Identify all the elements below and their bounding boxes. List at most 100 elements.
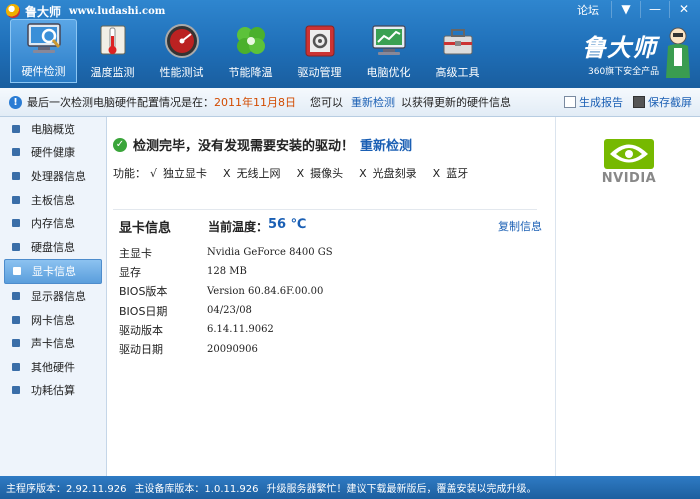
feature-item: X 光盘刻录	[359, 167, 417, 180]
info-row: BIOS日期 04/23/08	[119, 304, 252, 318]
sidebar-item-health[interactable]: 硬件健康	[0, 141, 106, 165]
status-bar: 主程序版本：2.92.11.926 主设备库版本：1.0.11.926 升级服务…	[0, 476, 700, 499]
info-row: BIOS版本 Version 60.84.6F.00.00	[119, 285, 324, 299]
bullet-icon	[12, 171, 20, 180]
tab-driver-manage[interactable]: 驱动管理	[286, 19, 353, 83]
sidebar-item-overview[interactable]: 电脑概览	[0, 117, 106, 141]
speedometer-icon	[164, 24, 199, 58]
forum-link[interactable]: 论坛	[577, 2, 599, 18]
features-label: 功能：	[113, 167, 146, 180]
minimize-button[interactable]: —	[640, 1, 669, 18]
bullet-icon	[12, 242, 20, 251]
detect-status: ✓ 检测完毕，没有发现需要安装的驱动！ 重新检测	[113, 135, 412, 154]
sidebar-item-cpu[interactable]: 处理器信息	[0, 164, 106, 188]
feature-item: X 摄像头	[296, 167, 344, 180]
brand-logo-text: 鲁大师	[582, 33, 657, 62]
optimize-monitor-icon	[371, 25, 406, 55]
info-bar: ! 最后一次检测电脑硬件配置情况是在： 2011年11月8日 您可以 重新检测 …	[0, 88, 700, 117]
sidebar-item-power[interactable]: 功耗估算	[0, 379, 106, 403]
brand: 鲁大师 www.ludashi.com	[6, 3, 165, 19]
info-prefix: 最后一次检测电脑硬件配置情况是在：	[27, 96, 214, 109]
info-suffix: 以获得更新的硬件信息	[401, 96, 511, 109]
upgrade-notice[interactable]: 升级服务器繁忙！建议下载最新版后，覆盖安装以完成升级。	[267, 480, 537, 495]
feature-item: X 蓝牙	[432, 167, 469, 180]
temperature-value: 56 ℃	[268, 217, 307, 232]
sidebar-item-label: 硬盘信息	[31, 240, 75, 254]
tab-label: 高级工具	[435, 66, 480, 79]
bullet-icon	[12, 362, 20, 371]
top-toolbar: 鲁大师 www.ludashi.com 论坛 ▼ — ✕ 硬件检测 温度监测 性…	[0, 0, 700, 88]
bullet-icon	[12, 291, 20, 300]
sidebar-item-label: 网卡信息	[31, 313, 75, 327]
generate-report-button[interactable]: 生成报告	[564, 94, 623, 110]
nvidia-eye-icon	[604, 139, 654, 169]
temperature-label: 当前温度：	[208, 220, 269, 234]
tab-label: 电脑优化	[366, 66, 411, 79]
sidebar-item-sound[interactable]: 声卡信息	[0, 331, 106, 355]
report-icon	[564, 96, 576, 108]
toolbox-icon	[443, 29, 472, 55]
bullet-icon	[12, 386, 20, 395]
tab-label: 性能测试	[159, 66, 204, 79]
copy-info-link[interactable]: 复制信息	[498, 218, 542, 234]
menu-button[interactable]: ▼	[611, 1, 640, 18]
bullet-icon	[12, 124, 20, 133]
sidebar-item-display[interactable]: 显示器信息	[0, 284, 106, 308]
brand-subtitle: 360旗下安全产品	[588, 67, 660, 77]
sidebar-item-label: 其他硬件	[31, 360, 75, 374]
sidebar-item-motherboard[interactable]: 主板信息	[0, 188, 106, 212]
mascot-icon	[666, 27, 690, 78]
main-panel: ✓ 检测完毕，没有发现需要安装的驱动！ 重新检测 功能： √ 独立显卡 X 无线上网…	[107, 117, 554, 476]
tab-label: 硬件检测	[21, 65, 66, 78]
recheck-link[interactable]: 重新检测	[351, 94, 395, 110]
sidebar-item-label: 电脑概览	[31, 122, 75, 136]
tab-temperature[interactable]: 温度监测	[79, 19, 146, 83]
clover-icon	[236, 27, 265, 54]
section-title: 显卡信息	[119, 221, 172, 236]
feature-item: √ 独立显卡	[150, 167, 208, 180]
vendor-panel: NVIDIA	[555, 117, 700, 476]
sidebar-item-label: 硬件健康	[31, 146, 75, 160]
bullet-icon	[12, 219, 20, 228]
tab-energy-saving[interactable]: 节能降温	[217, 19, 284, 83]
bullet-icon	[12, 339, 20, 348]
monitor-magnifier-icon	[26, 23, 61, 53]
info-row: 显存 128 MB	[119, 265, 247, 279]
tab-hardware-detect[interactable]: 硬件检测	[10, 19, 77, 83]
tab-performance[interactable]: 性能测试	[148, 19, 215, 83]
info-row: 驱动版本 6.14.11.9062	[119, 323, 274, 337]
sidebar-item-label: 声卡信息	[31, 337, 75, 351]
tool-tabs: 硬件检测 温度监测 性能测试 节能降温 驱动管理 电脑优化 高级工具	[10, 19, 493, 83]
app-title: 鲁大师	[25, 4, 62, 19]
driver-box-icon	[305, 25, 334, 57]
status-text: 检测完毕，没有发现需要安装的驱动！	[133, 139, 355, 154]
sidebar-item-label: 主板信息	[31, 193, 75, 207]
feature-item: X 无线上网	[223, 167, 281, 180]
sidebar-item-network[interactable]: 网卡信息	[0, 308, 106, 332]
bullet-icon	[12, 148, 20, 157]
gpu-info-table: 主显卡 Nvidia GeForce 8400 GS 显存 128 MB BIOS版…	[119, 243, 333, 359]
tab-advanced-tools[interactable]: 高级工具	[424, 19, 491, 83]
tab-pc-optimize[interactable]: 电脑优化	[355, 19, 422, 83]
tab-label: 驱动管理	[297, 66, 342, 79]
save-screenshot-label: 保存截屏	[648, 96, 692, 109]
sidebar-item-label: 处理器信息	[31, 169, 86, 183]
app-logo-icon	[6, 4, 20, 18]
last-check-date: 2011年11月8日	[214, 96, 296, 109]
features-list: 功能： √ 独立显卡 X 无线上网 X 摄像头 X 光盘刻录 X 蓝牙	[113, 165, 484, 181]
sidebar-item-gpu[interactable]: 显卡信息	[4, 258, 102, 285]
save-screenshot-button[interactable]: 保存截屏	[633, 94, 692, 110]
recheck-button[interactable]: 重新检测	[360, 135, 412, 154]
divider	[113, 209, 537, 210]
sidebar-item-disk[interactable]: 硬盘信息	[0, 235, 106, 259]
close-button[interactable]: ✕	[669, 1, 698, 18]
sidebar-item-label: 功耗估算	[31, 384, 75, 398]
tab-label: 温度监测	[90, 66, 135, 79]
sidebar-item-memory[interactable]: 内存信息	[0, 211, 106, 235]
nvidia-logo: NVIDIA	[594, 137, 664, 187]
camera-icon	[633, 96, 645, 108]
tab-label: 节能降温	[228, 66, 273, 79]
sidebar-item-other[interactable]: 其他硬件	[0, 355, 106, 379]
bullet-icon	[12, 315, 20, 324]
main-version: 主程序版本：2.92.11.926	[6, 484, 127, 495]
